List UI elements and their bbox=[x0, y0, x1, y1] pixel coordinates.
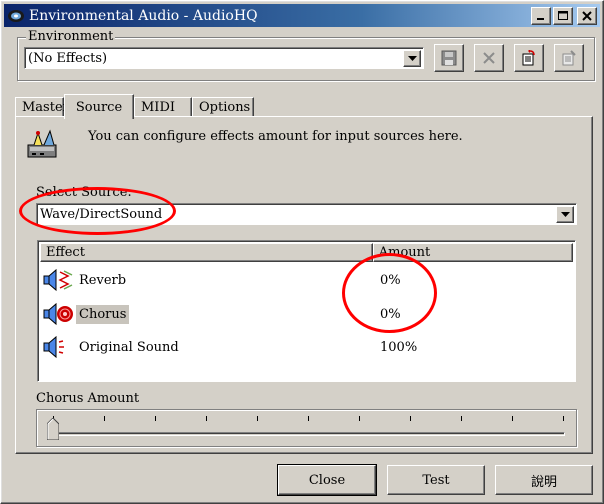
delete-icon bbox=[483, 52, 495, 64]
environment-selected-value: (No Effects) bbox=[28, 50, 108, 66]
chorus-amount-slider-thumb[interactable] bbox=[47, 418, 59, 440]
window-title: Environmental Audio - AudioHQ bbox=[29, 7, 258, 24]
select-source-label: Select Source: bbox=[36, 185, 132, 200]
effect-amount: 0% bbox=[380, 306, 401, 322]
chorus-amount-slider-track[interactable] bbox=[53, 432, 565, 436]
minimize-icon bbox=[537, 18, 544, 20]
save-icon bbox=[441, 50, 457, 66]
save-environment-button[interactable] bbox=[434, 44, 464, 72]
effect-amount: 0% bbox=[380, 272, 401, 288]
environment-properties-button[interactable] bbox=[554, 44, 584, 72]
column-header-effect[interactable]: Effect bbox=[40, 243, 373, 262]
effect-name: Reverb bbox=[79, 272, 127, 288]
minimize-button[interactable] bbox=[531, 7, 551, 25]
maximize-icon bbox=[558, 11, 568, 20]
effects-list[interactable]: Effect Amount Reverb 0% Chorus 0% Origin… bbox=[37, 240, 576, 382]
edit-environment-button[interactable] bbox=[514, 44, 544, 72]
delete-environment-button[interactable] bbox=[474, 44, 504, 72]
effect-name: Original Sound bbox=[79, 339, 179, 355]
source-dropdown-button[interactable] bbox=[556, 206, 574, 223]
tab-master[interactable]: Master bbox=[15, 97, 69, 117]
maximize-button[interactable] bbox=[553, 7, 573, 25]
help-button[interactable]: 說明 bbox=[495, 465, 593, 495]
environment-group: Environment (No Effects) bbox=[17, 29, 595, 81]
chevron-down-icon bbox=[407, 56, 417, 61]
source-select[interactable]: Wave/DirectSound bbox=[36, 203, 577, 225]
tab-source[interactable]: Source bbox=[64, 94, 134, 119]
edit-icon bbox=[522, 50, 535, 66]
app-icon[interactable] bbox=[7, 8, 25, 24]
source-tab-panel: You can configure effects amount for inp… bbox=[15, 116, 593, 454]
effect-name: Chorus bbox=[76, 304, 130, 324]
test-button[interactable]: Test bbox=[387, 465, 485, 495]
close-window-button[interactable] bbox=[577, 7, 597, 25]
effects-list-header: Effect Amount bbox=[40, 243, 573, 262]
close-button[interactable]: Close bbox=[277, 464, 377, 496]
chorus-speaker-icon bbox=[42, 301, 74, 327]
chevron-down-icon bbox=[560, 212, 570, 217]
environment-legend: Environment bbox=[26, 29, 116, 44]
properties-icon bbox=[562, 50, 576, 66]
column-header-amount[interactable]: Amount bbox=[372, 243, 573, 262]
source-selected-value: Wave/DirectSound bbox=[40, 206, 163, 222]
environment-dropdown-button[interactable] bbox=[403, 50, 421, 67]
input-source-icon bbox=[27, 129, 57, 158]
effect-row-reverb[interactable]: Reverb 0% bbox=[42, 265, 401, 295]
effect-amount: 100% bbox=[380, 339, 418, 355]
environment-select[interactable]: (No Effects) bbox=[24, 47, 424, 69]
chorus-amount-slider-frame bbox=[36, 409, 577, 447]
original-sound-speaker-icon bbox=[42, 334, 74, 360]
tab-options[interactable]: Options bbox=[192, 97, 254, 117]
tab-midi[interactable]: MIDI bbox=[134, 97, 192, 117]
effect-row-original-sound[interactable]: Original Sound 100% bbox=[42, 332, 417, 362]
reverb-speaker-icon bbox=[42, 267, 74, 293]
audiohq-window: Environmental Audio - AudioHQ Environmen… bbox=[0, 0, 604, 504]
source-hint-text: You can configure effects amount for inp… bbox=[88, 129, 463, 144]
effect-row-chorus[interactable]: Chorus 0% bbox=[42, 299, 401, 329]
slider-ticks bbox=[53, 416, 564, 422]
chorus-amount-label: Chorus Amount bbox=[36, 391, 140, 406]
close-icon bbox=[582, 11, 592, 21]
title-bar[interactable]: Environmental Audio - AudioHQ bbox=[4, 4, 600, 27]
